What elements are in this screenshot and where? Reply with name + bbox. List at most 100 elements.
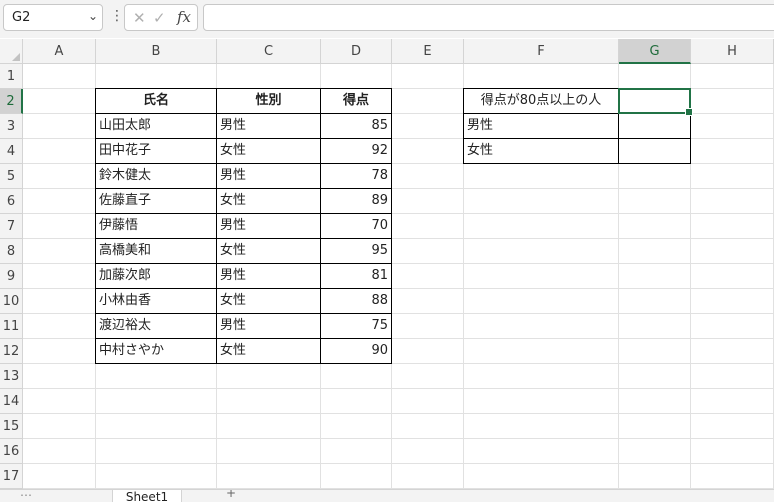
- cell-f12[interactable]: [464, 339, 619, 364]
- cell-g1[interactable]: [619, 64, 691, 89]
- cell-h3[interactable]: [691, 114, 774, 139]
- cell-g6[interactable]: [619, 189, 691, 214]
- cell-b14[interactable]: [96, 389, 217, 414]
- sheet-nav-icon[interactable]: ⋯: [20, 490, 32, 502]
- cell-e7[interactable]: [392, 214, 464, 239]
- cell-g7[interactable]: [619, 214, 691, 239]
- cell-c13[interactable]: [217, 364, 321, 389]
- cell-a4[interactable]: [23, 139, 96, 164]
- column-header-e[interactable]: E: [392, 39, 464, 64]
- row-header-14[interactable]: 14: [0, 389, 23, 414]
- cell-c12[interactable]: 女性: [216, 338, 321, 364]
- chevron-down-icon[interactable]: ⌄: [88, 9, 98, 23]
- cell-f6[interactable]: [464, 189, 619, 214]
- cell-b17[interactable]: [96, 464, 217, 489]
- cell-h7[interactable]: [691, 214, 774, 239]
- cell-h2[interactable]: [691, 89, 774, 114]
- cell-e6[interactable]: [392, 189, 464, 214]
- cell-g5[interactable]: [619, 164, 691, 189]
- cell-c7[interactable]: 男性: [216, 213, 321, 239]
- cell-f3[interactable]: 男性: [463, 113, 619, 139]
- cell-h14[interactable]: [691, 389, 774, 414]
- cell-f9[interactable]: [464, 264, 619, 289]
- cell-d13[interactable]: [321, 364, 392, 389]
- row-header-10[interactable]: 10: [0, 289, 23, 314]
- row-header-8[interactable]: 8: [0, 239, 23, 264]
- cell-h5[interactable]: [691, 164, 774, 189]
- cell-h15[interactable]: [691, 414, 774, 439]
- cell-c2[interactable]: 性別: [216, 88, 321, 114]
- name-box[interactable]: G2 ⌄: [3, 4, 103, 31]
- column-header-g[interactable]: G: [619, 39, 691, 64]
- cell-h13[interactable]: [691, 364, 774, 389]
- column-header-h[interactable]: H: [691, 39, 774, 64]
- cell-f15[interactable]: [464, 414, 619, 439]
- cell-a6[interactable]: [23, 189, 96, 214]
- cell-b10[interactable]: 小林由香: [95, 288, 217, 314]
- cell-d2[interactable]: 得点: [320, 88, 392, 114]
- cell-b9[interactable]: 加藤次郎: [95, 263, 217, 289]
- cell-f13[interactable]: [464, 364, 619, 389]
- cell-e9[interactable]: [392, 264, 464, 289]
- cell-g12[interactable]: [619, 339, 691, 364]
- cell-d6[interactable]: 89: [320, 188, 392, 214]
- cell-a3[interactable]: [23, 114, 96, 139]
- cell-b4[interactable]: 田中花子: [95, 138, 217, 164]
- row-header-6[interactable]: 6: [0, 189, 23, 214]
- cell-h17[interactable]: [691, 464, 774, 489]
- cell-h10[interactable]: [691, 289, 774, 314]
- cell-a17[interactable]: [23, 464, 96, 489]
- cell-f2[interactable]: 得点が80点以上の人: [463, 88, 619, 114]
- cell-h1[interactable]: [691, 64, 774, 89]
- cell-f1[interactable]: [464, 64, 619, 89]
- cell-h6[interactable]: [691, 189, 774, 214]
- cell-h16[interactable]: [691, 439, 774, 464]
- cell-f11[interactable]: [464, 314, 619, 339]
- cell-b6[interactable]: 佐藤直子: [95, 188, 217, 214]
- cell-c15[interactable]: [217, 414, 321, 439]
- cell-e2[interactable]: [392, 89, 464, 114]
- cell-f10[interactable]: [464, 289, 619, 314]
- cell-f17[interactable]: [464, 464, 619, 489]
- check-icon[interactable]: ✓: [153, 9, 166, 27]
- cell-g15[interactable]: [619, 414, 691, 439]
- cell-b7[interactable]: 伊藤悟: [95, 213, 217, 239]
- row-header-15[interactable]: 15: [0, 414, 23, 439]
- cell-c1[interactable]: [217, 64, 321, 89]
- cell-f14[interactable]: [464, 389, 619, 414]
- cell-a13[interactable]: [23, 364, 96, 389]
- cell-a5[interactable]: [23, 164, 96, 189]
- cell-d12[interactable]: 90: [320, 338, 392, 364]
- cell-g14[interactable]: [619, 389, 691, 414]
- cell-g4[interactable]: [618, 138, 691, 164]
- cell-d3[interactable]: 85: [320, 113, 392, 139]
- cell-h11[interactable]: [691, 314, 774, 339]
- cell-d8[interactable]: 95: [320, 238, 392, 264]
- cell-a8[interactable]: [23, 239, 96, 264]
- cell-b16[interactable]: [96, 439, 217, 464]
- cell-e15[interactable]: [392, 414, 464, 439]
- cell-e3[interactable]: [392, 114, 464, 139]
- cell-c14[interactable]: [217, 389, 321, 414]
- column-header-d[interactable]: D: [321, 39, 392, 64]
- column-header-b[interactable]: B: [96, 39, 217, 64]
- column-header-c[interactable]: C: [217, 39, 321, 64]
- cell-a9[interactable]: [23, 264, 96, 289]
- cell-h9[interactable]: [691, 264, 774, 289]
- cell-g10[interactable]: [619, 289, 691, 314]
- cell-g3[interactable]: [618, 113, 691, 139]
- cell-g11[interactable]: [619, 314, 691, 339]
- cell-d14[interactable]: [321, 389, 392, 414]
- cell-g8[interactable]: [619, 239, 691, 264]
- column-header-f[interactable]: F: [464, 39, 619, 64]
- column-header-a[interactable]: A: [23, 39, 96, 64]
- row-header-11[interactable]: 11: [0, 314, 23, 339]
- cell-d9[interactable]: 81: [320, 263, 392, 289]
- row-header-2[interactable]: 2: [0, 89, 23, 114]
- cell-c4[interactable]: 女性: [216, 138, 321, 164]
- row-header-4[interactable]: 4: [0, 139, 23, 164]
- cell-b3[interactable]: 山田太郎: [95, 113, 217, 139]
- cell-a10[interactable]: [23, 289, 96, 314]
- cell-f7[interactable]: [464, 214, 619, 239]
- cell-b13[interactable]: [96, 364, 217, 389]
